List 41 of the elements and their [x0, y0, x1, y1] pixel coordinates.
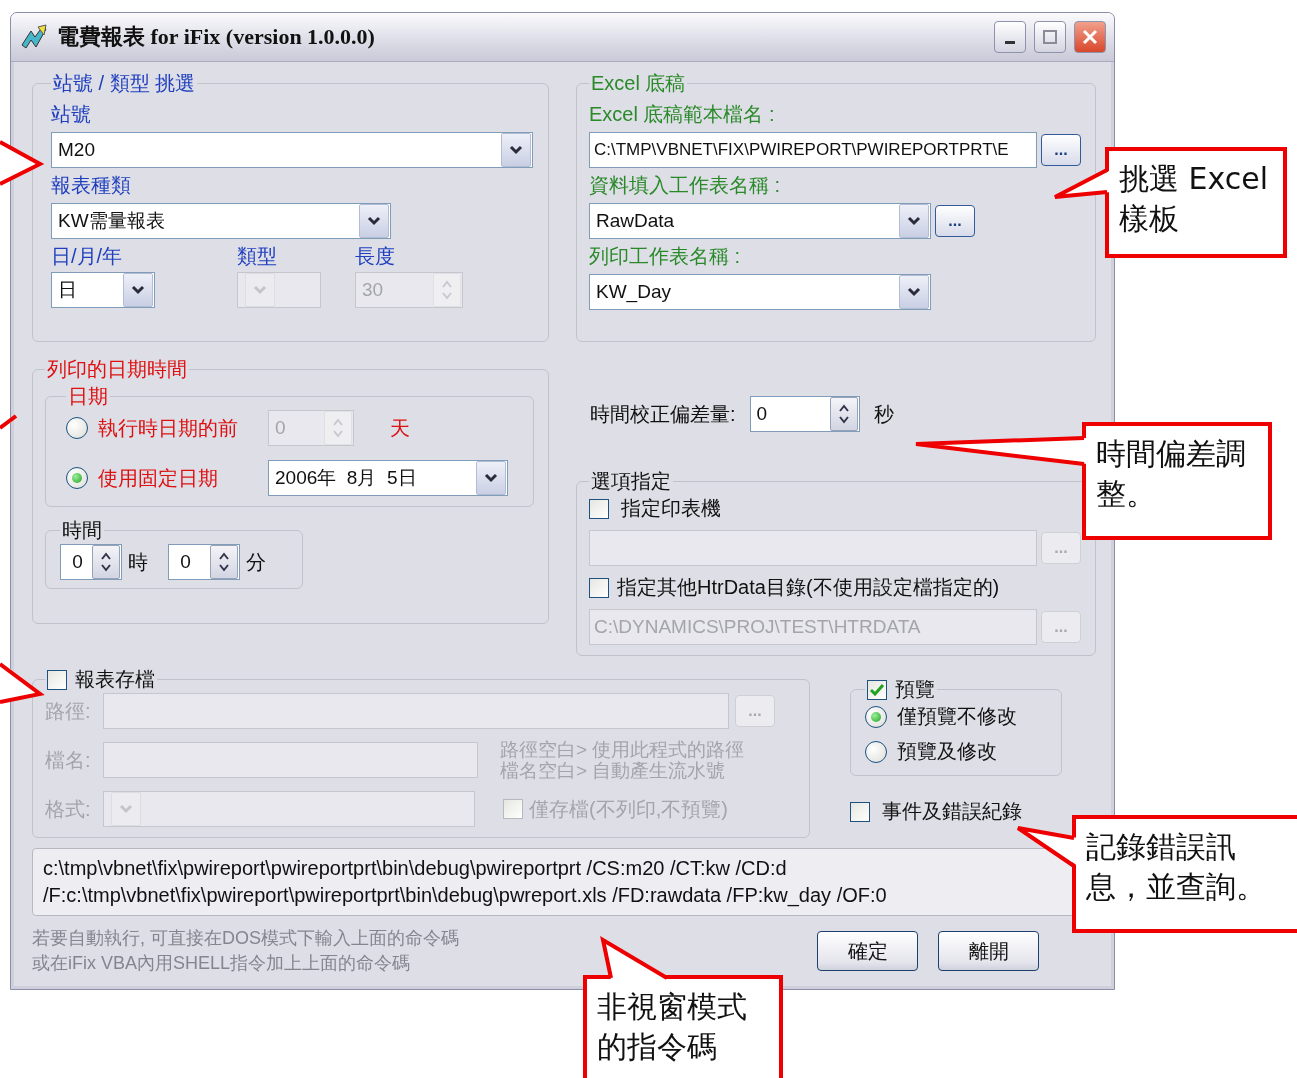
callout-text: 樣板 [1119, 200, 1180, 238]
field-label: Excel 底稿範本檔名 : [589, 102, 776, 127]
field-label: 長度 [355, 244, 396, 269]
field-label: 時間校正偏差量: [590, 401, 736, 427]
field-label: 類型 [237, 244, 278, 269]
group-title: Excel 底稿 [590, 71, 687, 96]
callout-text: 整。 [1096, 475, 1157, 513]
field-label: 格式: [45, 796, 91, 822]
unit-label: 秒 [873, 401, 894, 427]
group-title: 日期 [67, 384, 109, 409]
checkbox-label: 報表存檔 [75, 667, 155, 692]
field-label: 列印工作表名稱 : [589, 244, 742, 269]
group-title: 列印的日期時間 [46, 357, 188, 382]
hint-text: 路徑空白> 使用此程式的路徑 檔名空白> 自動產生流水號 [500, 739, 745, 781]
field-label: 報表種類 [51, 173, 132, 198]
radio-label: 使用固定日期 [98, 465, 218, 491]
unit-label: 分 [246, 549, 266, 575]
group-title: 站號 / 類型 挑選 [52, 71, 197, 96]
callout-text: 的指令碼 [597, 1028, 718, 1066]
field-label: 日/月/年 [51, 244, 124, 269]
radio-label: 執行時日期的前 [98, 415, 238, 441]
field-label: 檔名: [45, 747, 91, 773]
checkbox-label: 僅存檔(不列印,不預覽) [529, 796, 728, 822]
field-label: 站號 [51, 102, 92, 127]
checkbox-label: 指定其他HtrData目錄(不使用設定檔指定的) [617, 575, 1000, 600]
radio-label: 僅預覽不修改 [897, 704, 1017, 729]
field-label: 資料填入工作表名稱 : [589, 173, 782, 198]
window-title: 電費報表 for iFix (version 1.0.0.0) [57, 23, 376, 51]
callout-text: 非視窗模式 [597, 988, 748, 1026]
checkbox-label: 事件及錯誤紀錄 [882, 799, 1022, 824]
radio-label: 預覽及修改 [897, 739, 997, 764]
field-label: 路徑: [45, 698, 91, 724]
checkbox-label: 指定印表機 [621, 496, 721, 521]
checkbox-label: 預覽 [895, 677, 935, 702]
callout-text: 時間偏差調 [1096, 435, 1247, 473]
group-title: 選項指定 [590, 469, 672, 494]
callout-text: 挑選 Excel [1119, 160, 1269, 198]
note-text: 若要自動執行, 可直接在DOS模式下輸入上面的命令碼 或在iFix VBA內用SHELL指令加上上面的命令碼 [32, 927, 459, 975]
unit-label: 天 [390, 415, 410, 441]
unit-label: 時 [128, 549, 148, 575]
group-title: 時間 [61, 518, 103, 543]
